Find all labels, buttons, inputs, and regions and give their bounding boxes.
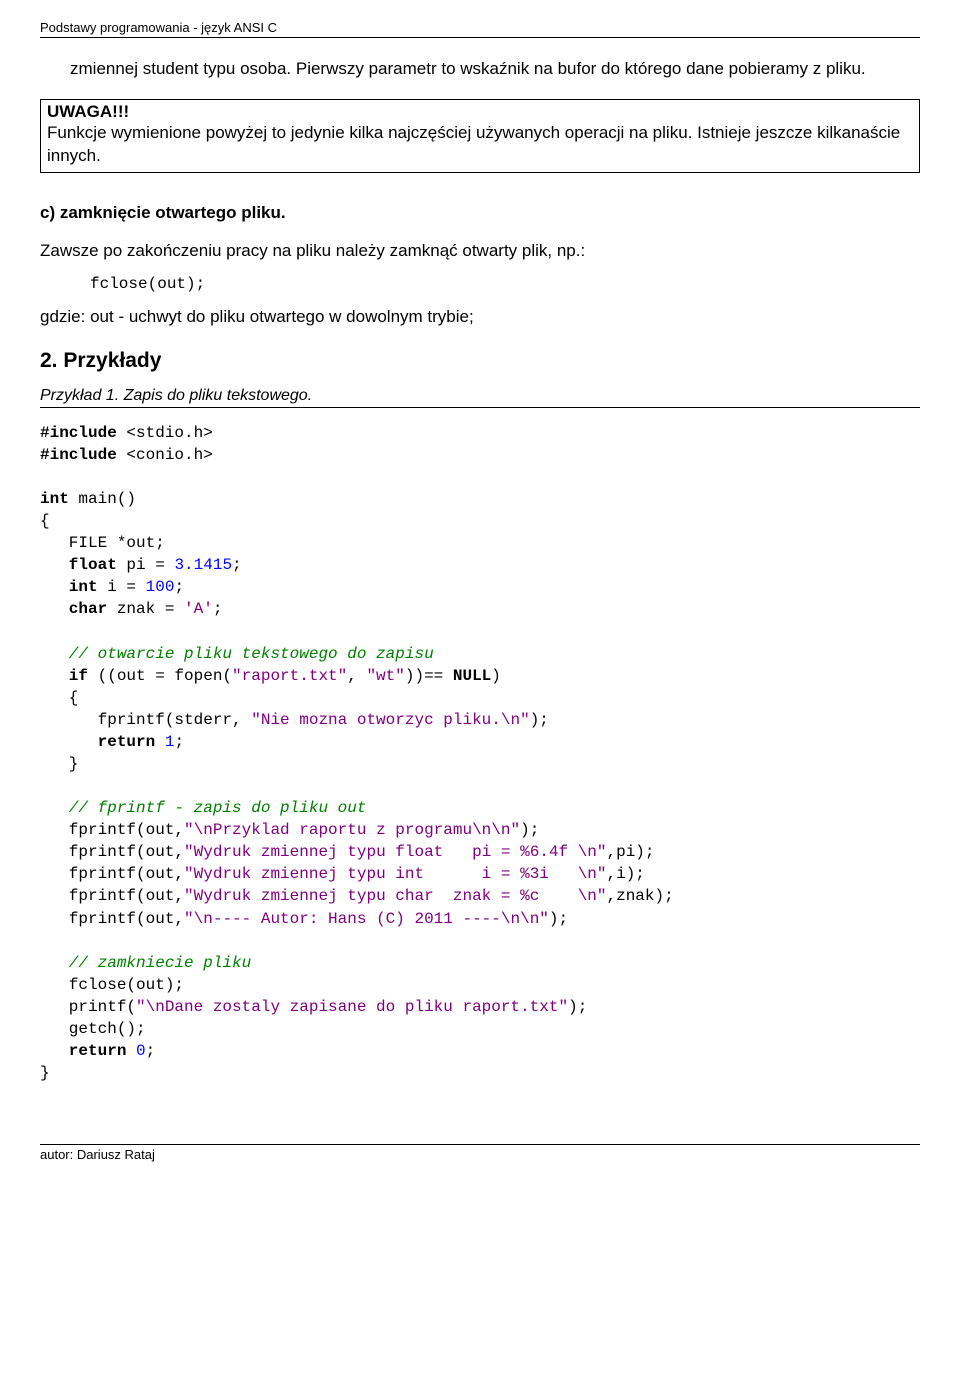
comment-open-file: // otwarcie pliku tekstowego do zapisu [40,645,434,663]
fp1a: fprintf(out, [40,821,184,839]
inc-stdio: <stdio.h> [117,424,213,442]
kw-return0: return [40,1042,136,1060]
s2: "Wydruk zmiennej typu float pi = %6.4f \… [184,843,606,861]
comment-fprintf: // fprintf - zapis do pliku out [40,799,366,817]
fp2a: fprintf(out, [40,843,184,861]
file-out-decl: FILE *out; [40,534,165,552]
section-c-text: Zawsze po zakończeniu pracy na pliku nal… [40,241,920,261]
section-c-after: gdzie: out - uchwyt do pliku otwartego w… [40,307,920,327]
if-rest2: ))== [405,667,453,685]
s4: "Wydruk zmiennej typu char znak = %c \n" [184,887,606,905]
lbrace-if: { [40,689,78,707]
tail-pi: ,pi); [607,843,655,861]
fclose-out: fclose(out); [40,976,184,994]
rbrace-if: } [40,755,78,773]
kw-float: float [40,556,126,574]
kw-if: if [40,667,98,685]
main-decl: main() [78,490,136,508]
rps4: ); [568,998,587,1016]
kw-include2: #include [40,446,117,464]
i-semi: ; [174,578,184,596]
str-nie: "Nie mozna otworzyc pliku.\n" [251,711,529,729]
pi-semi: ; [232,556,242,574]
example-rule [40,407,920,408]
pi-val: 3.1415 [174,556,232,574]
znak-semi: ; [213,600,223,618]
printf-a: printf( [40,998,136,1016]
s5: "\n---- Autor: Hans (C) 2011 ----\n\n" [184,910,549,928]
kw-int: int [40,578,107,596]
comma1: , [347,667,366,685]
s3: "Wydruk zmiennej typu int i = %3i \n" [184,865,606,883]
znak-val: 'A' [184,600,213,618]
rps1: ); [530,711,549,729]
rp-if: ) [491,667,501,685]
code-block-example-1: #include <stdio.h> #include <conio.h> in… [40,422,920,1084]
kw-char: char [40,600,117,618]
example-1-title: Przykład 1. Zapis do pliku tekstowego. [40,387,920,407]
znak-eq: znak = [117,600,184,618]
i-val: 100 [146,578,175,596]
kw-int-main: int [40,490,78,508]
rps3: ); [549,910,568,928]
num-one: 1 [165,733,175,751]
section-c-heading: c) zamknięcie otwartego pliku. [40,203,920,223]
lbrace-main: { [40,512,50,530]
kw-return1: return [40,733,165,751]
inc-conio: <conio.h> [117,446,213,464]
str-dane: "\nDane zostaly zapisane do pliku raport… [136,998,568,1016]
num-zero: 0 [136,1042,146,1060]
warning-box: UWAGA!!! Funkcje wymienione powyżej to j… [40,99,920,173]
warning-title: UWAGA!!! [47,102,913,122]
semi-ret1: ; [174,733,184,751]
comment-close: // zamkniecie pliku [40,954,251,972]
page-header: Podstawy programowania - język ANSI C [40,20,920,38]
if-rest1: ((out = fopen( [98,667,232,685]
rps2: ); [520,821,539,839]
warning-text: Funkcje wymienione powyżej to jedynie ki… [47,122,913,168]
str-wt: "wt" [366,667,404,685]
kw-null: NULL [453,667,491,685]
s1: "\nPrzyklad raportu z programu\n\n" [184,821,520,839]
page-footer: autor: Dariusz Rataj [40,1144,920,1162]
fp5a: fprintf(out, [40,910,184,928]
tail-i: ,i); [607,865,645,883]
code-fclose: fclose(out); [90,275,920,293]
rbrace-main: } [40,1064,50,1082]
kw-include: #include [40,424,117,442]
fprintf-stderr-a: fprintf(stderr, [40,711,251,729]
intro-paragraph: zmiennej student typu osoba. Pierwszy pa… [70,58,920,81]
fp3a: fprintf(out, [40,865,184,883]
str-raport: "raport.txt" [232,667,347,685]
section-2-heading: 2. Przykłady [40,349,920,373]
tail-znak: ,znak); [607,887,674,905]
pi-eq: pi = [126,556,174,574]
getch: getch(); [40,1020,146,1038]
semi-ret0: ; [146,1042,156,1060]
fp4a: fprintf(out, [40,887,184,905]
i-eq: i = [107,578,145,596]
